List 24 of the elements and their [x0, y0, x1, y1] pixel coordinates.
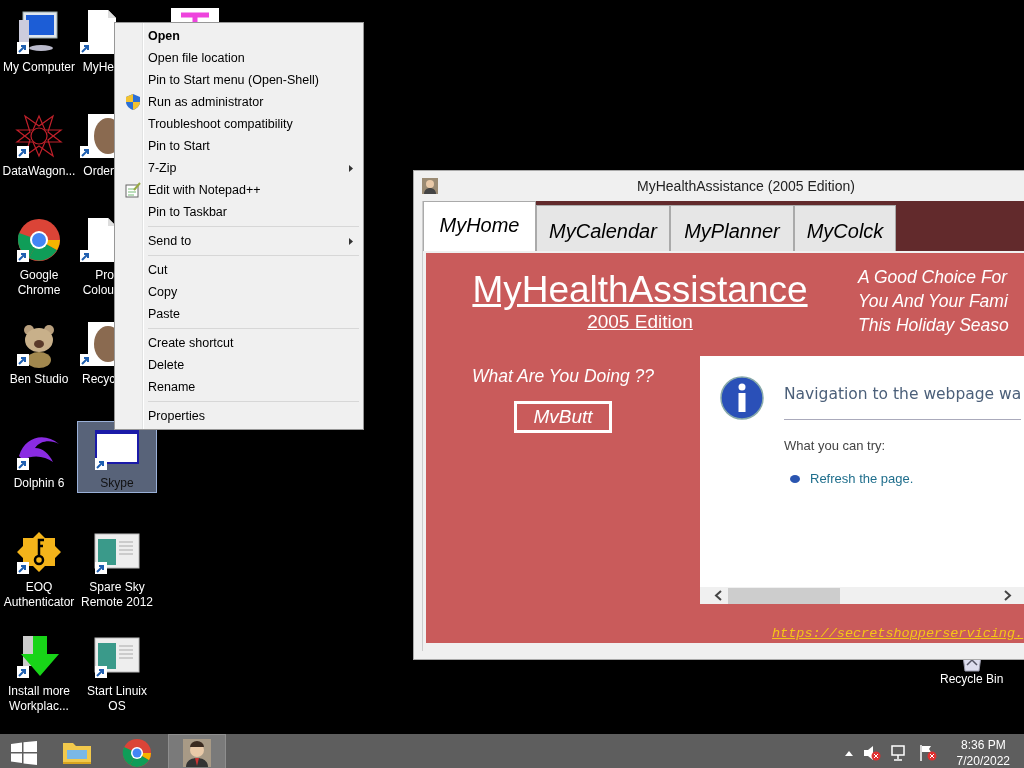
desktop-icon-label: Install more Workplac... [7, 684, 71, 714]
question-text: What Are You Doing ?? [472, 366, 654, 387]
error-title: Navigation to the webpage wa [784, 376, 1022, 420]
desktop-icon-label: MyHe [81, 60, 114, 75]
error-subtitle: What you can try: [784, 438, 887, 453]
desktop-icon-label: DataWagon... [1, 164, 77, 179]
window-title: MyHealthAssistance (2005 Edition) [636, 178, 856, 194]
desktop-icon-label: Spare Sky Remote 2012 [79, 580, 154, 610]
edition-label: 2005 Edition [587, 311, 693, 333]
desktop-icon-label: Recyc [81, 372, 114, 387]
desktop-icon-label: EOQ Authenticator [2, 580, 76, 610]
tagline-text: A Good Choice For [858, 266, 1009, 289]
desktop-icon-label: Dolphin 6 [12, 476, 66, 491]
desktop-icon-label: Ben Studio [8, 372, 70, 387]
desktop-icon-label: Recycle Bin [940, 672, 1004, 686]
app-heading: MyHealthAssistance [472, 269, 808, 311]
tagline-text: This Holiday Seaso [858, 314, 1009, 337]
desktop-icon-label: Order [82, 164, 114, 179]
desktop-icon-label: Pro Colou [81, 268, 114, 298]
desktop-icon-label: Skype [99, 476, 135, 491]
desktop-icon-label: Google Chrome [16, 268, 62, 298]
tagline-text: You And Your Fami [858, 290, 1009, 313]
desktop-icon-label: My Computer [2, 60, 76, 75]
desktop-icon-label: Start Linuix OS [86, 684, 148, 714]
